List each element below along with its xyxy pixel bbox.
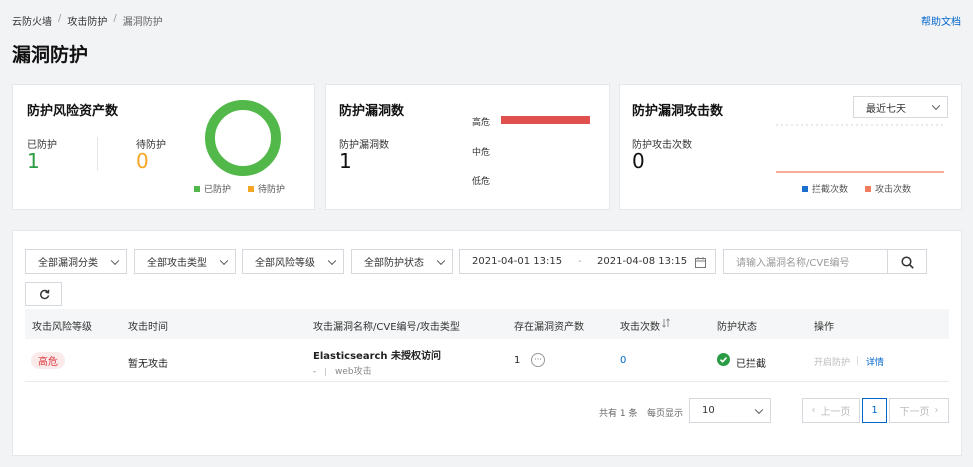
col-protect-status: 防护状态 [717,322,757,333]
chevron-down-icon [219,256,229,265]
risk-assets-card: 防护风险资产数 已防护 1 待防护 0 已防护 待防护 [12,84,315,210]
severity-high-bar [501,116,590,124]
col-vuln-name: 攻击漏洞名称/CVE编号/攻击类型 [313,322,460,333]
attack-type: web攻击 [335,367,372,377]
attack-trend-chart [776,124,944,173]
legend-swatch [802,185,808,192]
severity-low-label: 低危 [472,177,491,187]
risk-level-select[interactable]: 全部风险等级 [242,249,344,274]
chevron-down-icon [327,256,337,265]
chevron-down-icon [931,101,941,111]
search-button[interactable] [887,249,927,274]
enable-protection-action[interactable]: 开启防护 [814,355,850,368]
col-attack-time: 攻击时间 [128,322,168,333]
time-range-value: 最近七天 [866,103,906,115]
legend-label: 拦截次数 [812,185,849,195]
calendar-icon [695,257,706,268]
breadcrumb: 云防火墙 / 攻击防护 / 漏洞防护 [12,13,163,28]
legend-protected: 已防护 [194,182,231,195]
chevron-down-icon [110,256,120,265]
prev-label: 上一页 [820,407,851,418]
action-divider [857,356,858,365]
page-title: 漏洞防护 [12,44,89,66]
legend-label: 攻击次数 [875,185,912,195]
attacks-card: 防护漏洞攻击数 最近七天 防护攻击次数 0 拦截次数 攻击次数 [619,84,962,210]
vuln-count-value: 1 [339,149,352,173]
check-circle-icon [717,353,730,366]
legend-swatch [194,185,200,192]
protected-value: 1 [27,149,40,173]
search-icon [901,256,914,269]
per-page-value: 10 [702,405,715,416]
col-attack-count[interactable]: 攻击次数 [620,318,660,333]
legend-swatch [248,185,254,192]
vuln-name: Elasticsearch 未授权访问 [313,351,442,362]
attack-count-link[interactable]: 0 [620,355,626,366]
date-separator: - [578,256,582,267]
date-start[interactable]: 2021-04-01 13:15 [472,256,562,267]
legend-label: 待防护 [258,185,286,195]
per-page-label: 每页显示 [647,409,684,419]
chevron-left-icon: ‹ [811,405,816,416]
col-actions: 操作 [814,322,834,333]
refresh-button[interactable] [25,282,62,306]
col-risk-level: 攻击风险等级 [32,322,92,333]
attack-time-cell: 暂无攻击 [128,359,168,370]
date-range-picker[interactable]: 2021-04-01 13:15 - 2021-04-08 13:15 [459,249,716,274]
next-page-button[interactable]: 下一页 › [889,398,949,423]
vuln-category-select[interactable]: 全部漏洞分类 [25,249,127,274]
card-title: 防护漏洞攻击数 [632,104,724,119]
legend-pending: 待防护 [248,182,285,195]
select-value: 全部漏洞分类 [38,258,98,269]
breadcrumb-item-current: 漏洞防护 [122,17,163,28]
chevron-right-icon: › [934,405,939,416]
card-title: 防护漏洞数 [339,104,405,119]
vuln-meta: - web攻击 [313,364,372,377]
select-value: 全部攻击类型 [147,258,207,269]
breadcrumb-item-cloud-firewall[interactable]: 云防火墙 [12,13,52,28]
date-end[interactable]: 2021-04-08 13:15 [597,256,687,267]
help-docs-link[interactable]: 帮助文档 [921,13,961,28]
legend-attacks: 攻击次数 [865,182,911,195]
select-value: 全部防护状态 [364,258,424,269]
legend-swatch [865,185,871,192]
legend-blocked: 拦截次数 [802,182,848,195]
protection-donut-chart [205,100,281,176]
protect-status-value: 已拦截 [736,359,766,370]
pending-value: 0 [136,149,149,173]
next-label: 下一页 [899,407,930,418]
vulnerabilities-card: 防护漏洞数 防护漏洞数 1 高危 中危 低危 [325,84,610,210]
breadcrumb-item-attack-protection[interactable]: 攻击防护 [67,13,107,28]
page-1-button[interactable]: 1 [862,398,887,423]
chevron-down-icon [754,405,764,414]
more-icon[interactable]: ··· [531,353,545,367]
col-affected-assets: 存在漏洞资产数 [514,322,584,333]
donut-protected-ring [205,100,281,176]
breadcrumb-separator: / [113,13,117,24]
protect-status-select[interactable]: 全部防护状态 [351,249,453,274]
risk-badge-high: 高危 [31,352,65,369]
attack-count-value: 0 [632,149,645,173]
cve-id: - [313,367,317,377]
prev-page-button[interactable]: ‹ 上一页 [802,398,860,423]
total-count: 共有 1 条 [599,409,638,419]
per-page-select[interactable]: 10 [689,398,771,423]
refresh-icon [40,289,50,300]
time-range-select[interactable]: 最近七天 [853,96,948,118]
details-link[interactable]: 详情 [866,355,884,368]
divider [97,137,98,171]
affected-assets-count: 1 [514,355,521,366]
select-value: 全部风险等级 [255,258,315,269]
search-placeholder: 请输入漏洞名称/CVE编号 [736,258,850,269]
sort-icon[interactable] [662,318,670,328]
card-title: 防护风险资产数 [27,104,119,119]
severity-high-label: 高危 [472,118,491,128]
severity-mid-label: 中危 [472,148,491,158]
meta-divider [325,367,327,376]
attack-type-select[interactable]: 全部攻击类型 [134,249,236,274]
breadcrumb-separator: / [58,13,62,24]
search-input[interactable]: 请输入漏洞名称/CVE编号 [723,249,888,274]
legend-label: 已防护 [204,185,232,195]
chevron-down-icon [436,256,446,265]
